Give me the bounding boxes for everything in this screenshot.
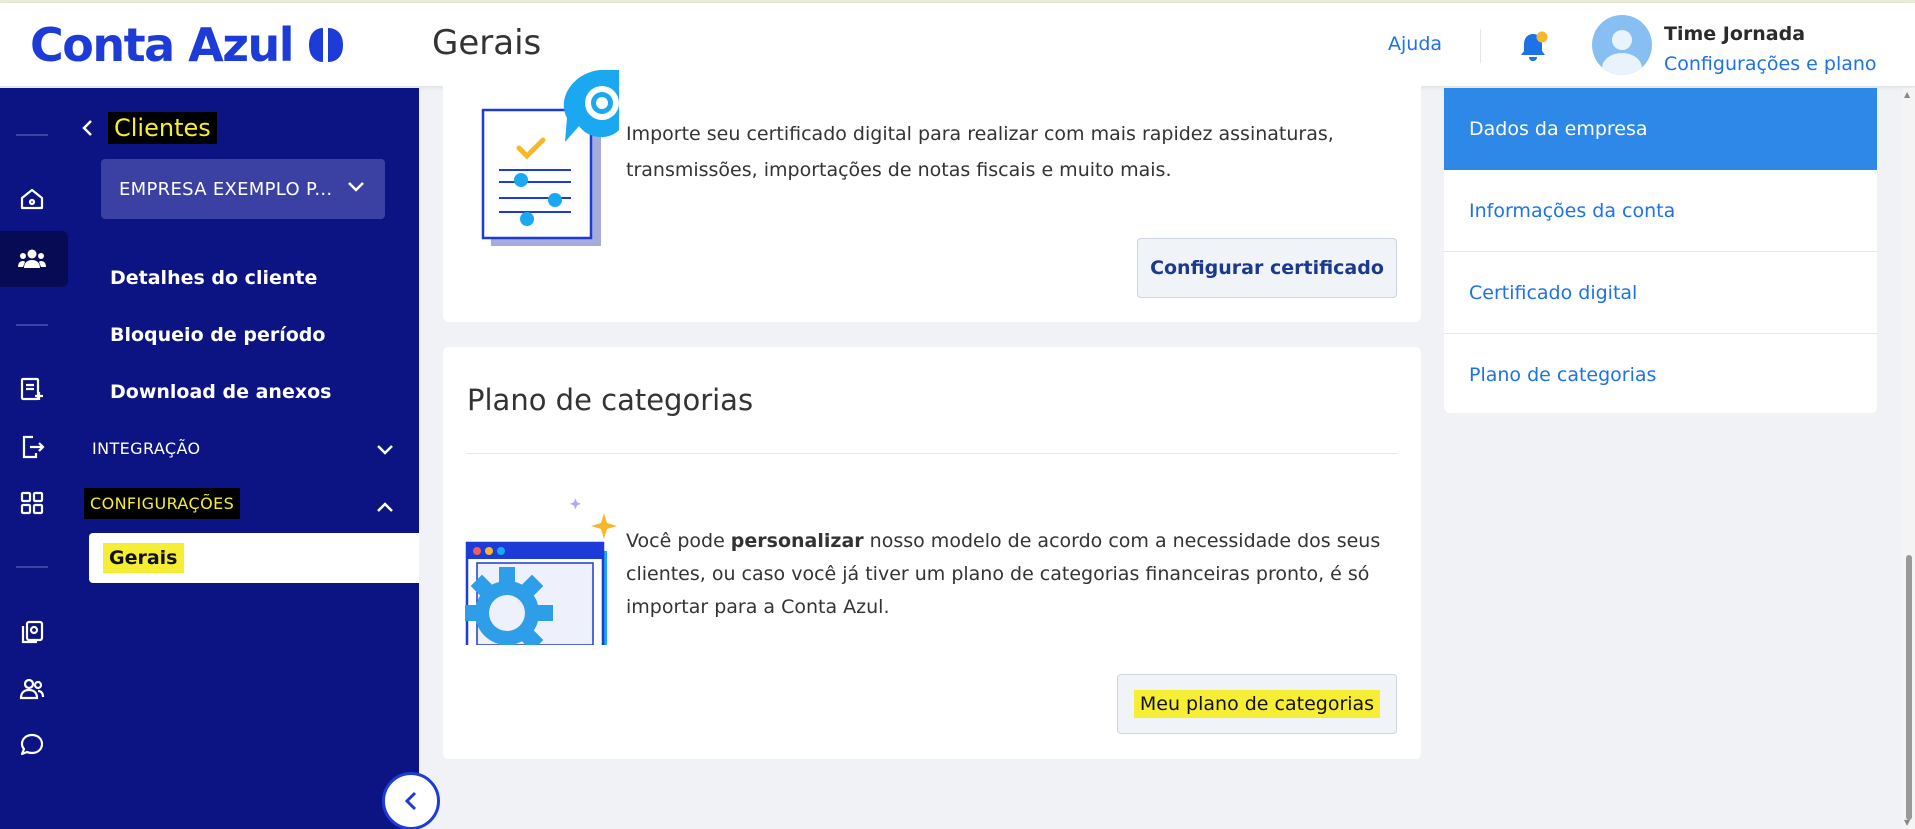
categories-description-line2: clientes, ou caso você já tiver um plano… bbox=[626, 563, 1370, 585]
company-select[interactable]: EMPRESA EXEMPLO P... bbox=[101, 159, 385, 219]
nav-digital-certificate[interactable]: Certificado digital bbox=[1444, 252, 1877, 334]
settings-and-plan-link[interactable]: Configurações e plano bbox=[1664, 53, 1877, 75]
categories-description-line1: Você pode personalizar nosso modelo de a… bbox=[626, 530, 1381, 552]
page-title: Gerais bbox=[432, 23, 542, 63]
categories-description-line3: importar para a Conta Azul. bbox=[626, 596, 890, 618]
rail-divider bbox=[16, 566, 48, 568]
invoice-add-icon[interactable] bbox=[17, 374, 47, 404]
clients-icon[interactable] bbox=[17, 244, 47, 274]
back-to-clients[interactable]: Clientes bbox=[80, 112, 217, 144]
certificate-card: Importe seu certificado digital para rea… bbox=[443, 70, 1421, 322]
chevron-up-icon[interactable] bbox=[376, 500, 394, 514]
icon-rail bbox=[0, 88, 68, 829]
rail-divider bbox=[16, 324, 48, 326]
documents-icon[interactable] bbox=[17, 617, 47, 647]
rail-divider bbox=[16, 134, 48, 136]
user-name: Time Jornada bbox=[1664, 23, 1806, 45]
nav-company-data[interactable]: Dados da empresa bbox=[1444, 88, 1877, 170]
page-section-nav: Dados da empresa Informações da conta Ce… bbox=[1444, 88, 1877, 413]
chat-icon[interactable] bbox=[17, 730, 47, 760]
notification-bell-icon[interactable] bbox=[1516, 29, 1550, 63]
certificate-description-line2: transmissões, importações de notas fisca… bbox=[626, 159, 1172, 181]
categories-illustration bbox=[461, 495, 625, 663]
logo-text: Conta Azul bbox=[30, 18, 295, 72]
chevron-down-icon[interactable] bbox=[376, 443, 394, 457]
scroll-up-arrow-icon[interactable]: ▲ bbox=[1904, 90, 1910, 99]
sidebar-item-download-attachments[interactable]: Download de anexos bbox=[110, 381, 331, 403]
chevron-left-icon bbox=[82, 120, 92, 136]
scroll-down-arrow-icon[interactable]: ▼ bbox=[1904, 818, 1910, 827]
header-divider bbox=[1480, 29, 1481, 63]
sidebar-item-general-label: Gerais bbox=[103, 543, 184, 573]
back-label: Clientes bbox=[108, 112, 217, 144]
sidebar-item-client-details[interactable]: Detalhes do cliente bbox=[110, 267, 317, 289]
sidebar-section-settings[interactable]: CONFIGURAÇÕES bbox=[84, 488, 241, 519]
collapse-sidebar-button[interactable] bbox=[382, 772, 440, 829]
apps-icon[interactable] bbox=[17, 488, 47, 518]
sidebar-section-integration[interactable]: INTEGRAÇÃO bbox=[92, 439, 201, 458]
company-select-value: EMPRESA EXEMPLO P... bbox=[119, 178, 333, 200]
certificate-description-line1: Importe seu certificado digital para rea… bbox=[626, 123, 1334, 145]
export-icon[interactable] bbox=[17, 432, 47, 462]
logo-mark-icon bbox=[305, 24, 347, 66]
scrollbar-thumb[interactable] bbox=[1906, 555, 1912, 820]
categories-card: Plano de categorias Você pode personaliz… bbox=[443, 347, 1421, 759]
users-icon[interactable] bbox=[17, 674, 47, 704]
sidebar-item-general[interactable]: Gerais bbox=[89, 533, 419, 583]
home-icon[interactable] bbox=[17, 184, 47, 214]
card-divider bbox=[467, 453, 1397, 454]
my-categories-plan-button[interactable]: Meu plano de categorias bbox=[1117, 674, 1397, 734]
secondary-sidebar: Clientes EMPRESA EXEMPLO P... Detalhes d… bbox=[68, 88, 419, 829]
certificate-illustration bbox=[479, 70, 619, 255]
configure-certificate-button[interactable]: Configurar certificado bbox=[1137, 238, 1397, 298]
chevron-down-icon bbox=[348, 182, 364, 192]
categories-card-title: Plano de categorias bbox=[467, 383, 754, 417]
my-categories-plan-label: Meu plano de categorias bbox=[1133, 690, 1381, 718]
nav-account-info[interactable]: Informações da conta bbox=[1444, 170, 1877, 252]
nav-categories-plan[interactable]: Plano de categorias bbox=[1444, 334, 1877, 413]
sidebar-item-period-lock[interactable]: Bloqueio de período bbox=[110, 324, 325, 346]
chevron-left-icon bbox=[404, 791, 417, 811]
logo[interactable]: Conta Azul bbox=[30, 17, 347, 73]
help-link[interactable]: Ajuda bbox=[1388, 33, 1442, 55]
avatar[interactable] bbox=[1592, 15, 1652, 75]
